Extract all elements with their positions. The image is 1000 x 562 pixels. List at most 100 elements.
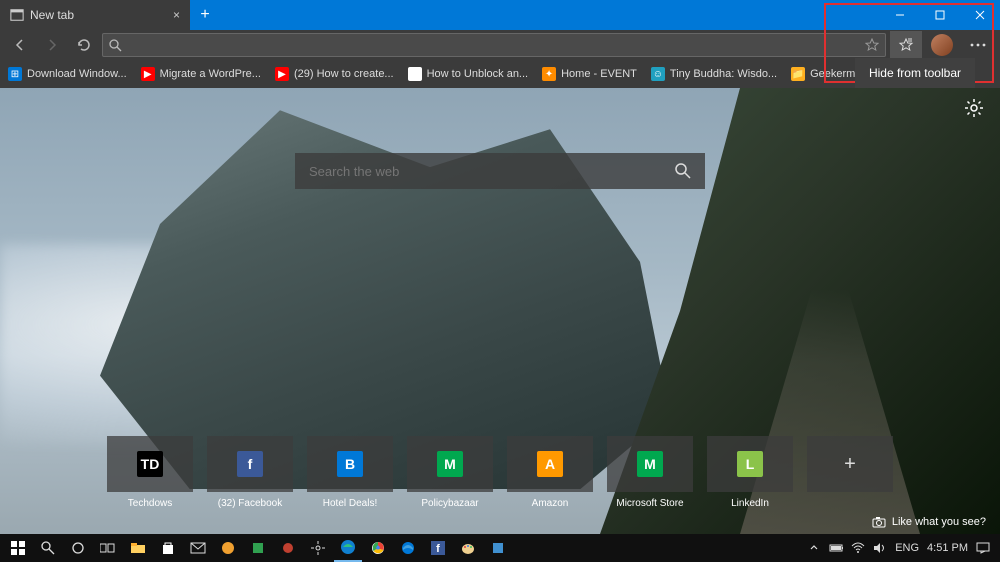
like-label: Like what you see? [892, 516, 986, 528]
action-center-icon[interactable] [976, 541, 990, 555]
bookmark-label: Migrate a WordPre... [160, 68, 261, 80]
new-tab-button[interactable]: + [190, 0, 220, 30]
address-bar[interactable] [102, 33, 886, 57]
tile-box: f [207, 436, 293, 492]
quick-link-tile[interactable]: A Amazon [507, 436, 593, 509]
titlebar: New tab × + [0, 0, 1000, 30]
app-icon-4[interactable] [484, 534, 512, 562]
paint-icon[interactable] [454, 534, 482, 562]
bookmark-label: Download Window... [27, 68, 127, 80]
search-icon [109, 39, 122, 52]
volume-icon[interactable] [873, 541, 887, 555]
cortana-button[interactable] [64, 534, 92, 562]
bookmark-favicon-icon: 📁 [791, 67, 805, 81]
bookmark-label: Home - EVENT [561, 68, 637, 80]
settings-taskbar-icon[interactable] [304, 534, 332, 562]
bookmark-label: Tiny Buddha: Wisdo... [670, 68, 777, 80]
back-button[interactable] [6, 31, 34, 59]
tile-label: Hotel Deals! [323, 498, 377, 509]
profile-avatar[interactable] [926, 31, 958, 59]
tile-box: L [707, 436, 793, 492]
tab-title: New tab [30, 8, 74, 22]
mail-icon[interactable] [184, 534, 212, 562]
bookmark-item[interactable]: ⊞Download Window... [8, 67, 127, 81]
quick-link-tile[interactable]: f (32) Facebook [207, 436, 293, 509]
bookmark-favicon-icon: 🗎 [408, 67, 422, 81]
tile-logo-icon: B [337, 451, 363, 477]
toolbar [0, 30, 1000, 60]
tile-logo-icon: L [737, 451, 763, 477]
tile-logo-icon: M [637, 451, 663, 477]
taskbar-left: f [4, 534, 512, 562]
facebook-icon[interactable]: f [424, 534, 452, 562]
web-search-box[interactable] [295, 153, 705, 189]
refresh-button[interactable] [70, 31, 98, 59]
web-search-input[interactable] [309, 164, 675, 179]
file-explorer-icon[interactable] [124, 534, 152, 562]
new-tab-page: TD Techdows f (32) Facebook B Hotel Deals! M Po… [0, 88, 1000, 534]
chrome-icon[interactable] [364, 534, 392, 562]
edge-canary-icon[interactable] [334, 534, 362, 562]
tile-label: Amazon [532, 498, 569, 509]
app-icon-2[interactable] [244, 534, 272, 562]
plus-icon: + [844, 453, 856, 476]
edge-icon[interactable] [394, 534, 422, 562]
start-button[interactable] [4, 534, 32, 562]
tile-logo-icon: TD [137, 451, 163, 477]
forward-button[interactable] [38, 31, 66, 59]
quick-links-tiles: TD Techdows f (32) Facebook B Hotel Deals! M Po… [107, 436, 893, 509]
browser-tab[interactable]: New tab × [0, 0, 190, 30]
bookmark-item[interactable]: ▶ (29) How to create... [275, 67, 394, 81]
tile-logo-icon: f [237, 451, 263, 477]
quick-link-tile[interactable]: TD Techdows [107, 436, 193, 509]
close-window-button[interactable] [960, 0, 1000, 30]
bookmark-favicon-icon: ▶ [141, 67, 155, 81]
wifi-icon[interactable] [851, 541, 865, 555]
tile-label: Policybazaar [421, 498, 478, 509]
language-indicator[interactable]: ENG [895, 542, 919, 554]
tile-label: LinkedIn [731, 498, 769, 509]
quick-link-tile[interactable]: L LinkedIn [707, 436, 793, 509]
search-submit-icon[interactable] [675, 163, 691, 179]
tab-close-button[interactable]: × [173, 8, 180, 22]
address-input[interactable] [128, 38, 859, 52]
maximize-button[interactable] [920, 0, 960, 30]
search-taskbar-button[interactable] [34, 534, 62, 562]
add-tile-button[interactable]: + [807, 436, 893, 509]
battery-icon[interactable] [829, 541, 843, 555]
tile-box: M [407, 436, 493, 492]
context-menu-item[interactable]: Hide from toolbar [869, 66, 961, 80]
bookmark-item[interactable]: ☺ Tiny Buddha: Wisdo... [651, 67, 777, 81]
like-what-you-see[interactable]: Like what you see? [872, 516, 986, 528]
bookmark-favicon-icon: ✦ [542, 67, 556, 81]
minimize-button[interactable] [880, 0, 920, 30]
tile-logo-icon: A [537, 451, 563, 477]
bookmark-item[interactable]: ▶ Migrate a WordPre... [141, 67, 261, 81]
store-icon[interactable] [154, 534, 182, 562]
tile-label: Techdows [128, 498, 172, 509]
quick-link-tile[interactable]: MMicrosoft Store [607, 436, 693, 509]
bookmark-favicon-icon: ▶ [275, 67, 289, 81]
favorite-star-icon[interactable] [865, 38, 879, 52]
app-icon-1[interactable] [214, 534, 242, 562]
app-icon-3[interactable] [274, 534, 302, 562]
tile-box: A [507, 436, 593, 492]
tile-box: + [807, 436, 893, 492]
taskbar: f ENG 4:51 PM [0, 534, 1000, 562]
task-view-button[interactable] [94, 534, 122, 562]
settings-menu-button[interactable] [962, 31, 994, 59]
bookmark-item[interactable]: 🗎How to Unblock an... [408, 67, 529, 81]
tray-chevron-icon[interactable] [807, 541, 821, 555]
quick-link-tile[interactable]: B Hotel Deals! [307, 436, 393, 509]
clock[interactable]: 4:51 PM [927, 542, 968, 554]
bookmark-label: (29) How to create... [294, 68, 394, 80]
bookmark-item[interactable]: ✦ Home - EVENT [542, 67, 637, 81]
svg-text:f: f [436, 543, 440, 555]
page-settings-button[interactable] [964, 98, 984, 118]
tile-box: M [607, 436, 693, 492]
quick-link-tile[interactable]: M Policybazaar [407, 436, 493, 509]
camera-icon [872, 516, 886, 528]
favorites-button[interactable] [890, 31, 922, 59]
bookmark-favicon-icon: ☺ [651, 67, 665, 81]
tile-label: (32) Facebook [218, 498, 282, 509]
